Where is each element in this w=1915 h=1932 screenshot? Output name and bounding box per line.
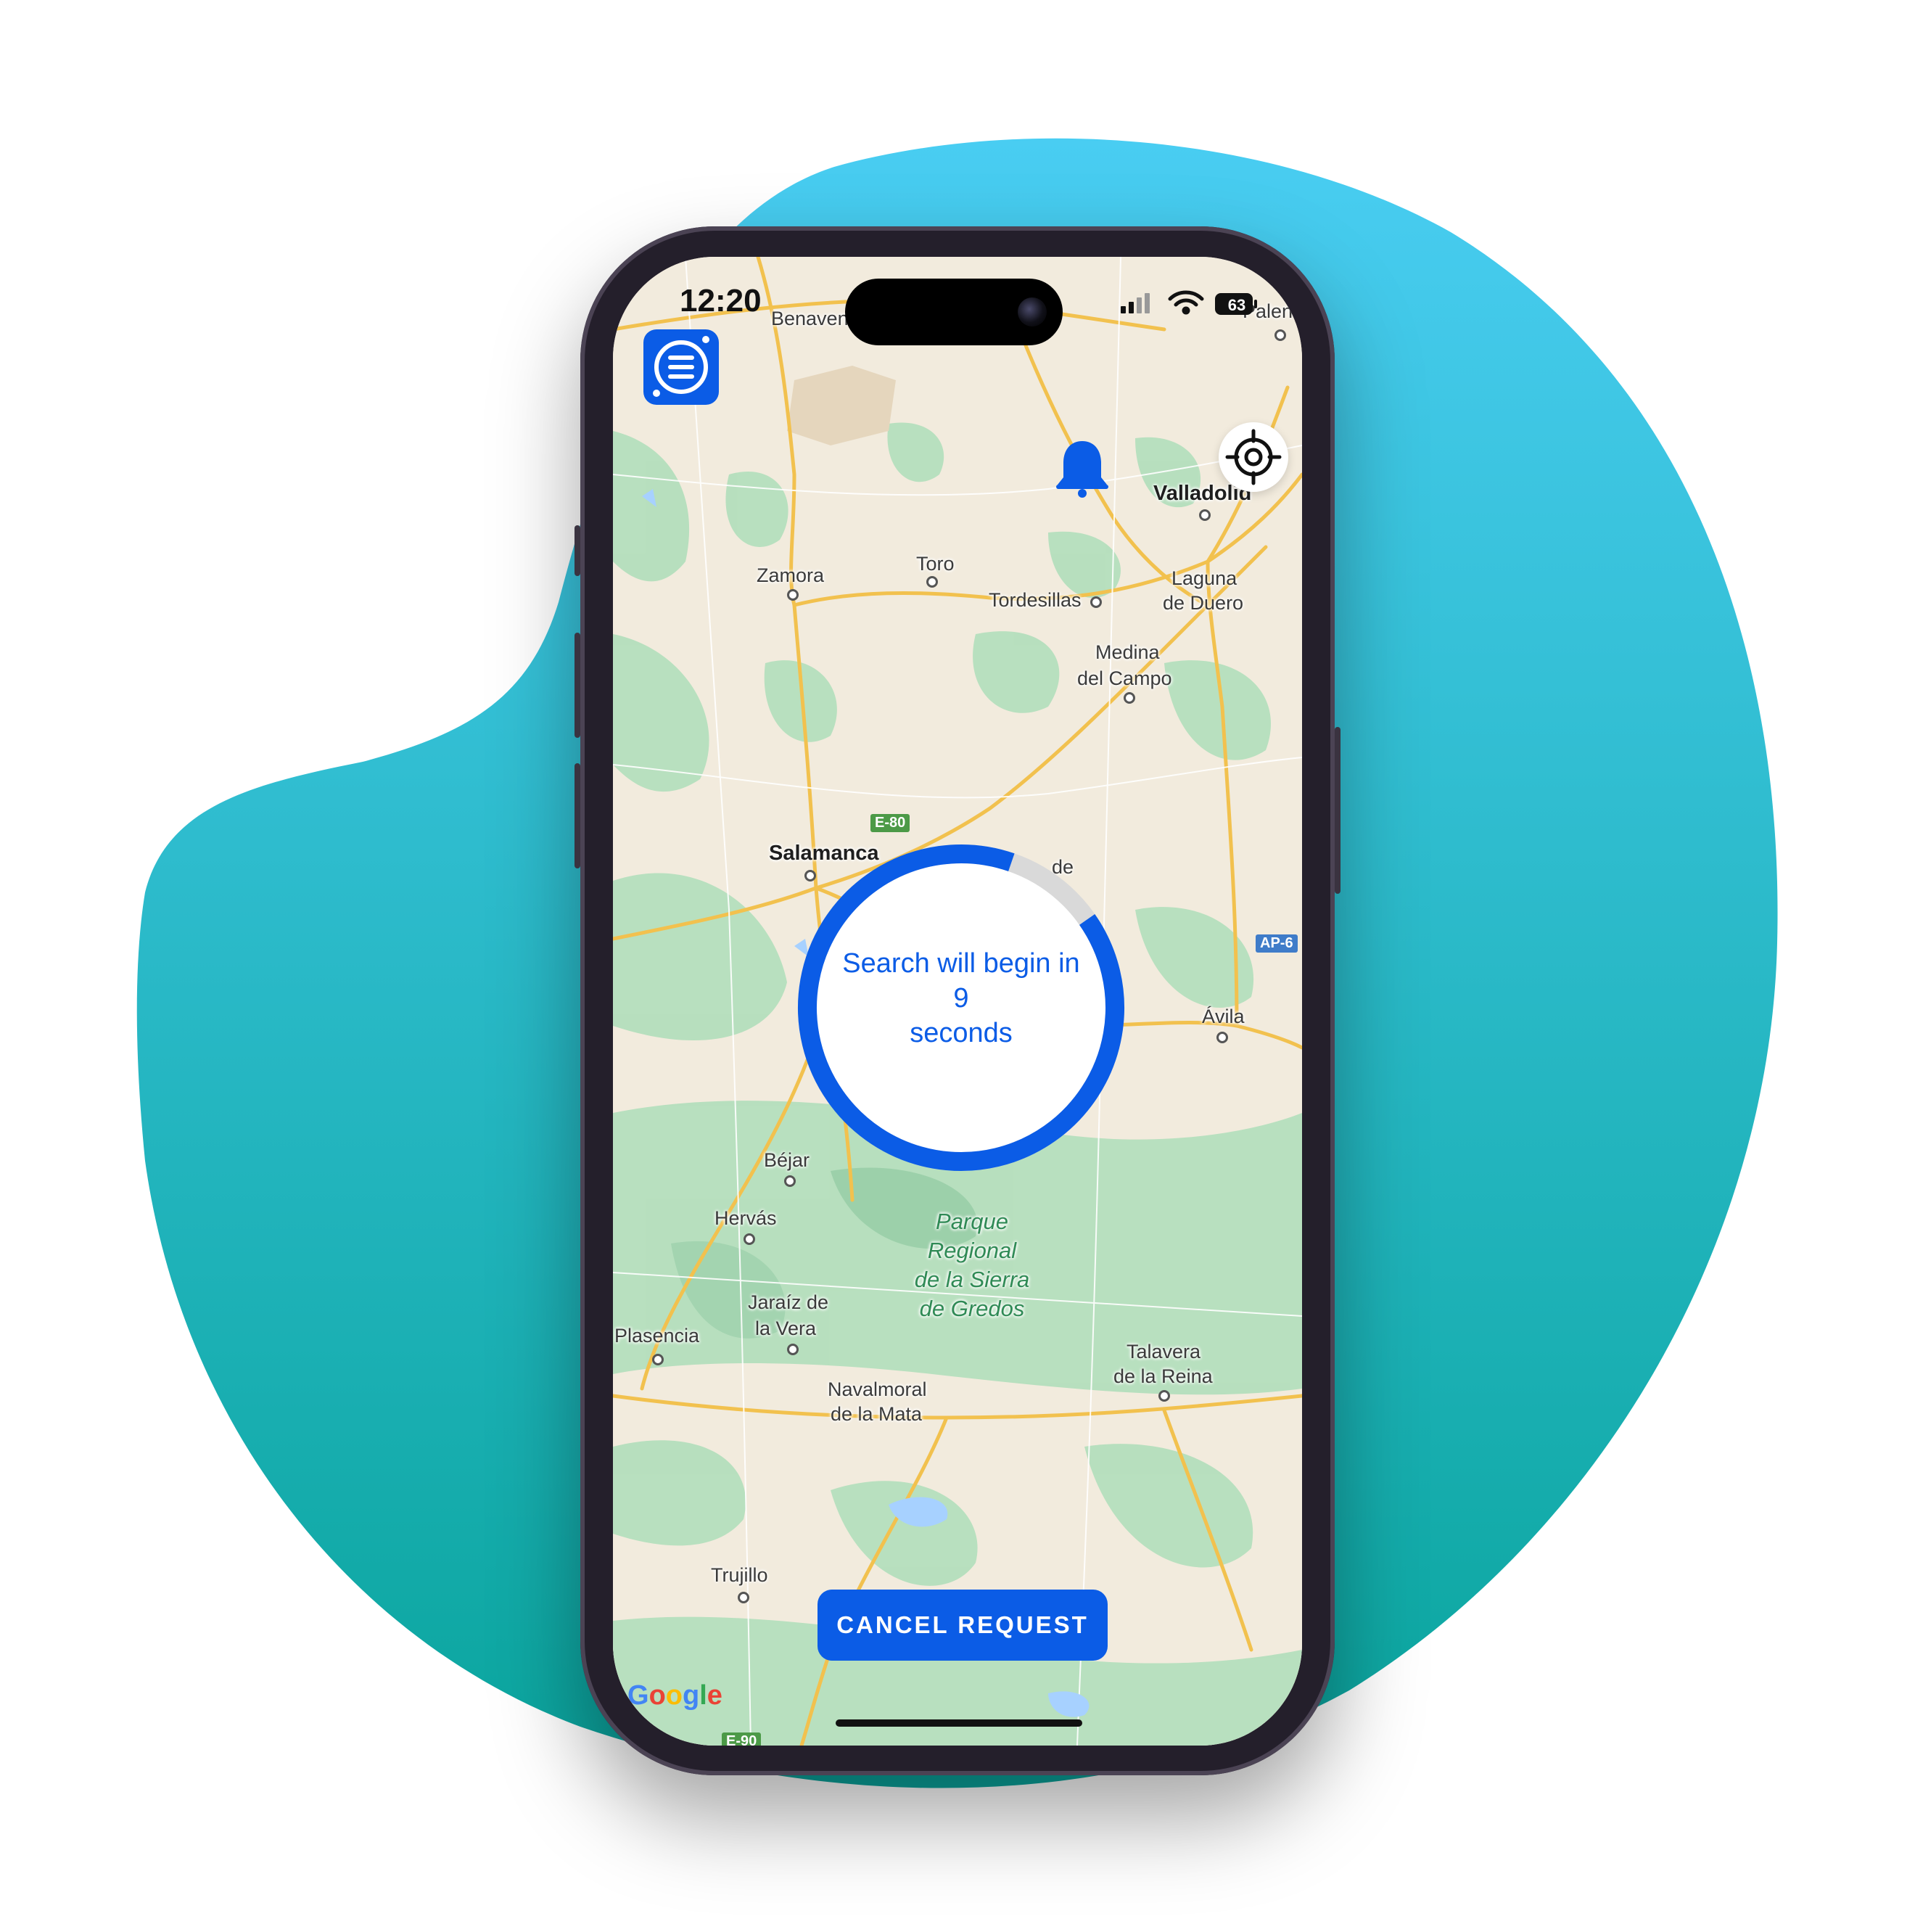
town-dot bbox=[926, 576, 938, 588]
road-shield-e80: E-80 bbox=[870, 814, 910, 832]
map-label-plasencia: Plasencia bbox=[614, 1325, 700, 1347]
app-screen: Benaven Palen Valladolid Zamora Toro Tor… bbox=[613, 257, 1302, 1746]
map-label-trujillo: Trujillo bbox=[711, 1564, 768, 1586]
countdown-line-3: seconds bbox=[910, 1018, 1013, 1048]
road-shield-e90: E-90 bbox=[722, 1732, 762, 1746]
map-label-jaraiz-1: Jaraíz de bbox=[748, 1291, 829, 1313]
map-label-toro: Toro bbox=[916, 553, 955, 575]
google-logo-letter: G bbox=[627, 1680, 649, 1711]
town-dot bbox=[787, 1344, 799, 1355]
map-label-hervas: Hervás bbox=[714, 1207, 777, 1229]
locate-button[interactable] bbox=[1219, 422, 1288, 492]
google-logo-letter: g bbox=[683, 1680, 700, 1711]
town-dot bbox=[787, 589, 799, 601]
menu-list-icon bbox=[653, 336, 709, 397]
map-label-talavera-1: Talavera bbox=[1127, 1341, 1201, 1362]
map-label-avila: Ávila bbox=[1202, 1006, 1245, 1027]
power-button bbox=[1335, 727, 1340, 894]
map-label-medina-1: Medina bbox=[1095, 641, 1160, 663]
town-dot bbox=[652, 1354, 664, 1365]
map-label-jaraiz-2: la Vera bbox=[755, 1318, 817, 1339]
map-label-tordesillas: Tordesillas bbox=[989, 589, 1082, 611]
map-label-benavente: Benaven bbox=[771, 308, 849, 329]
countdown-line-1: Search will begin in bbox=[842, 948, 1080, 979]
map-label-talavera-2: de la Reina bbox=[1113, 1365, 1213, 1387]
town-dot bbox=[744, 1233, 755, 1245]
town-dot bbox=[1158, 1390, 1170, 1402]
park-line: de Gredos bbox=[919, 1296, 1025, 1321]
wifi-icon bbox=[1168, 290, 1204, 315]
menu-button[interactable] bbox=[643, 329, 719, 405]
google-logo-letter: e bbox=[707, 1680, 722, 1711]
volume-down-button bbox=[574, 763, 580, 868]
map-label-laguna-2: de Duero bbox=[1163, 592, 1244, 614]
battery-level: 63 bbox=[1227, 296, 1246, 314]
bell-icon[interactable] bbox=[1053, 437, 1111, 498]
town-dot bbox=[1124, 692, 1135, 704]
crosshair-icon bbox=[1225, 429, 1282, 485]
map-label-medina-2: del Campo bbox=[1077, 667, 1172, 689]
map-label-park: Parque Regional de la Sierra de Gredos bbox=[899, 1207, 1045, 1323]
phone-frame: Benaven Palen Valladolid Zamora Toro Tor… bbox=[574, 226, 1340, 1775]
town-dot bbox=[1216, 1032, 1228, 1043]
cancel-request-button[interactable]: CANCEL REQUEST bbox=[818, 1590, 1108, 1661]
park-line: de la Sierra bbox=[914, 1267, 1030, 1292]
map-label-navalmoral-2: de la Mata bbox=[831, 1403, 923, 1425]
town-dot bbox=[784, 1175, 796, 1187]
google-logo-letter: o bbox=[665, 1680, 683, 1711]
google-logo-letter: l bbox=[699, 1680, 707, 1711]
home-indicator[interactable] bbox=[836, 1719, 1082, 1727]
action-button bbox=[574, 525, 580, 576]
town-dot bbox=[1199, 509, 1211, 521]
dynamic-island bbox=[845, 279, 1063, 345]
countdown-seconds: 9 bbox=[953, 983, 969, 1014]
countdown-message: Search will begin in 9 seconds bbox=[812, 946, 1110, 1051]
camera-icon bbox=[1018, 297, 1047, 326]
map-label-laguna-1: Laguna bbox=[1171, 567, 1237, 589]
town-dot bbox=[1090, 596, 1102, 608]
road-shield-ap6: AP-6 bbox=[1256, 934, 1298, 953]
map-label-navalmoral-1: Navalmoral bbox=[828, 1378, 927, 1400]
park-line: Parque bbox=[936, 1209, 1008, 1234]
town-dot bbox=[1274, 329, 1286, 341]
status-time: 12:20 bbox=[680, 283, 762, 318]
volume-up-button bbox=[574, 633, 580, 738]
town-dot bbox=[738, 1592, 749, 1603]
park-line: Regional bbox=[927, 1238, 1017, 1263]
map-label-zamora: Zamora bbox=[757, 564, 825, 586]
cellular-signal-icon bbox=[1121, 293, 1150, 313]
google-logo: Google bbox=[627, 1680, 722, 1711]
google-logo-letter: o bbox=[648, 1680, 666, 1711]
